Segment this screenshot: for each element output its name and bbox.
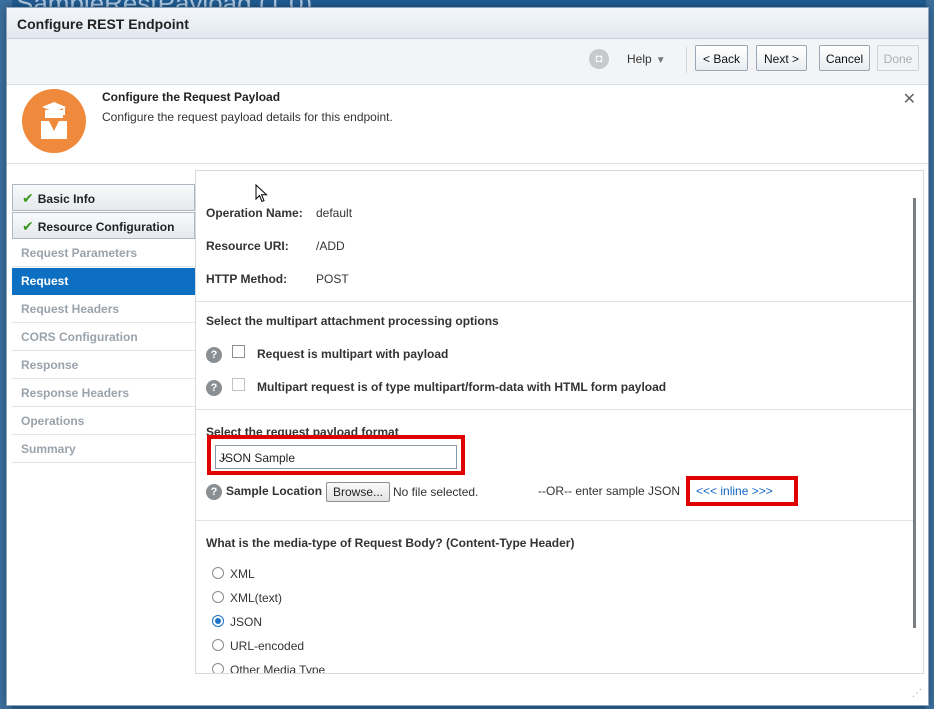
sample-location-label: Sample Location [226,484,323,498]
nav-item-label: Basic Info [37,192,96,206]
media-type-url-encoded-label: URL-encoded [230,639,305,653]
nav-item-summary: Summary [12,436,195,463]
nav-item-request-headers: Request Headers [12,296,195,323]
browse-button[interactable]: Browse... [326,482,391,502]
media-type-xml-text-label: XML(text) [230,591,283,605]
media-type-title: What is the media-type of Request Body? … [206,536,575,550]
chevron-down-icon: ⌄ [219,449,230,463]
no-file-text: No file selected. [393,485,479,499]
nav-item-request[interactable]: Request [12,268,195,295]
media-type-xml-label: XML [230,567,255,581]
operation-name-value: default [316,206,353,220]
resize-grip-icon[interactable]: ⋰ [912,688,922,699]
section-divider [196,520,916,521]
help-robot-icon[interactable]: ◘ [589,49,609,69]
nav-item-request-parameters: Request Parameters [12,240,195,267]
wizard-toolbar: ◘ Help ▼ < Back Next > Cancel Done [7,39,928,85]
media-type-other-label: Other Media Type [230,663,326,674]
help-question-icon[interactable]: ? [206,347,222,363]
inline-json-link[interactable]: <<< inline >>> [696,484,773,498]
wizard-user-icon [22,89,86,153]
help-label: Help [627,52,652,66]
media-type-other-radio[interactable] [212,663,224,673]
next-button[interactable]: Next > [756,45,807,71]
help-menu[interactable]: Help ▼ [627,52,666,66]
close-icon[interactable]: ✕ [903,89,916,109]
media-type-json-label: JSON [230,615,263,629]
payload-format-highlight: JSON Sample ⌄ [207,435,465,475]
payload-format-select[interactable]: JSON Sample ⌄ [215,445,457,469]
multipart-form-data-checkbox[interactable] [232,378,245,391]
toolbar-separator [686,47,687,73]
checkmark-icon: ✔ [22,190,34,206]
resource-uri-label: Resource URI: [206,239,289,253]
media-type-json-radio[interactable] [212,615,224,627]
dialog-titlebar[interactable]: Configure REST Endpoint [7,8,928,39]
http-method-value: POST [316,272,349,286]
multipart-payload-checkbox[interactable] [232,345,245,358]
configure-rest-endpoint-dialog: Configure REST Endpoint ◘ Help ▼ < Back N… [6,7,929,706]
dialog-title: Configure REST Endpoint [17,16,189,32]
chevron-down-icon: ▼ [655,55,666,66]
section-divider [196,301,916,302]
section-divider [196,409,916,410]
done-button[interactable]: Done [877,45,919,71]
step-subtitle: Configure the request payload details fo… [102,110,393,124]
nav-item-cors-configuration: CORS Configuration [12,324,195,351]
step-header: Configure the Request Payload Configure … [7,85,928,164]
nav-item-response-headers: Response Headers [12,380,195,407]
panel-scrollbar[interactable] [913,198,916,628]
help-question-icon[interactable]: ? [206,380,222,396]
mouse-cursor-icon [255,184,268,203]
nav-item-response: Response [12,352,195,379]
nav-item-resource-configuration[interactable]: ✔ Resource Configuration [12,212,195,239]
help-question-icon[interactable]: ? [206,484,222,500]
http-method-label: HTTP Method: [206,272,288,286]
checkmark-icon: ✔ [22,218,34,234]
nav-item-label: Resource Configuration [37,220,175,234]
nav-item-operations: Operations [12,408,195,435]
operation-name-label: Operation Name: [206,206,303,220]
nav-item-basic-info[interactable]: ✔ Basic Info [12,184,195,211]
multipart-form-data-label: Multipart request is of type multipart/f… [257,380,667,394]
cancel-button[interactable]: Cancel [819,45,870,71]
or-enter-sample-json-text: --OR-- enter sample JSON [538,484,681,498]
multipart-payload-label: Request is multipart with payload [257,347,449,361]
step-title: Configure the Request Payload [102,90,281,104]
multipart-section-title: Select the multipart attachment processi… [206,314,499,328]
back-button[interactable]: < Back [695,45,748,71]
resource-uri-value: /ADD [316,239,345,253]
request-config-panel: Operation Name: default Resource URI: /A… [195,170,924,674]
media-type-xml-radio[interactable] [212,567,224,579]
inline-link-highlight: <<< inline >>> [686,476,798,506]
media-type-xml-text-radio[interactable] [212,591,224,603]
wizard-step-nav: ✔ Basic Info ✔ Resource Configuration Requ… [12,184,195,464]
media-type-url-encoded-radio[interactable] [212,639,224,651]
